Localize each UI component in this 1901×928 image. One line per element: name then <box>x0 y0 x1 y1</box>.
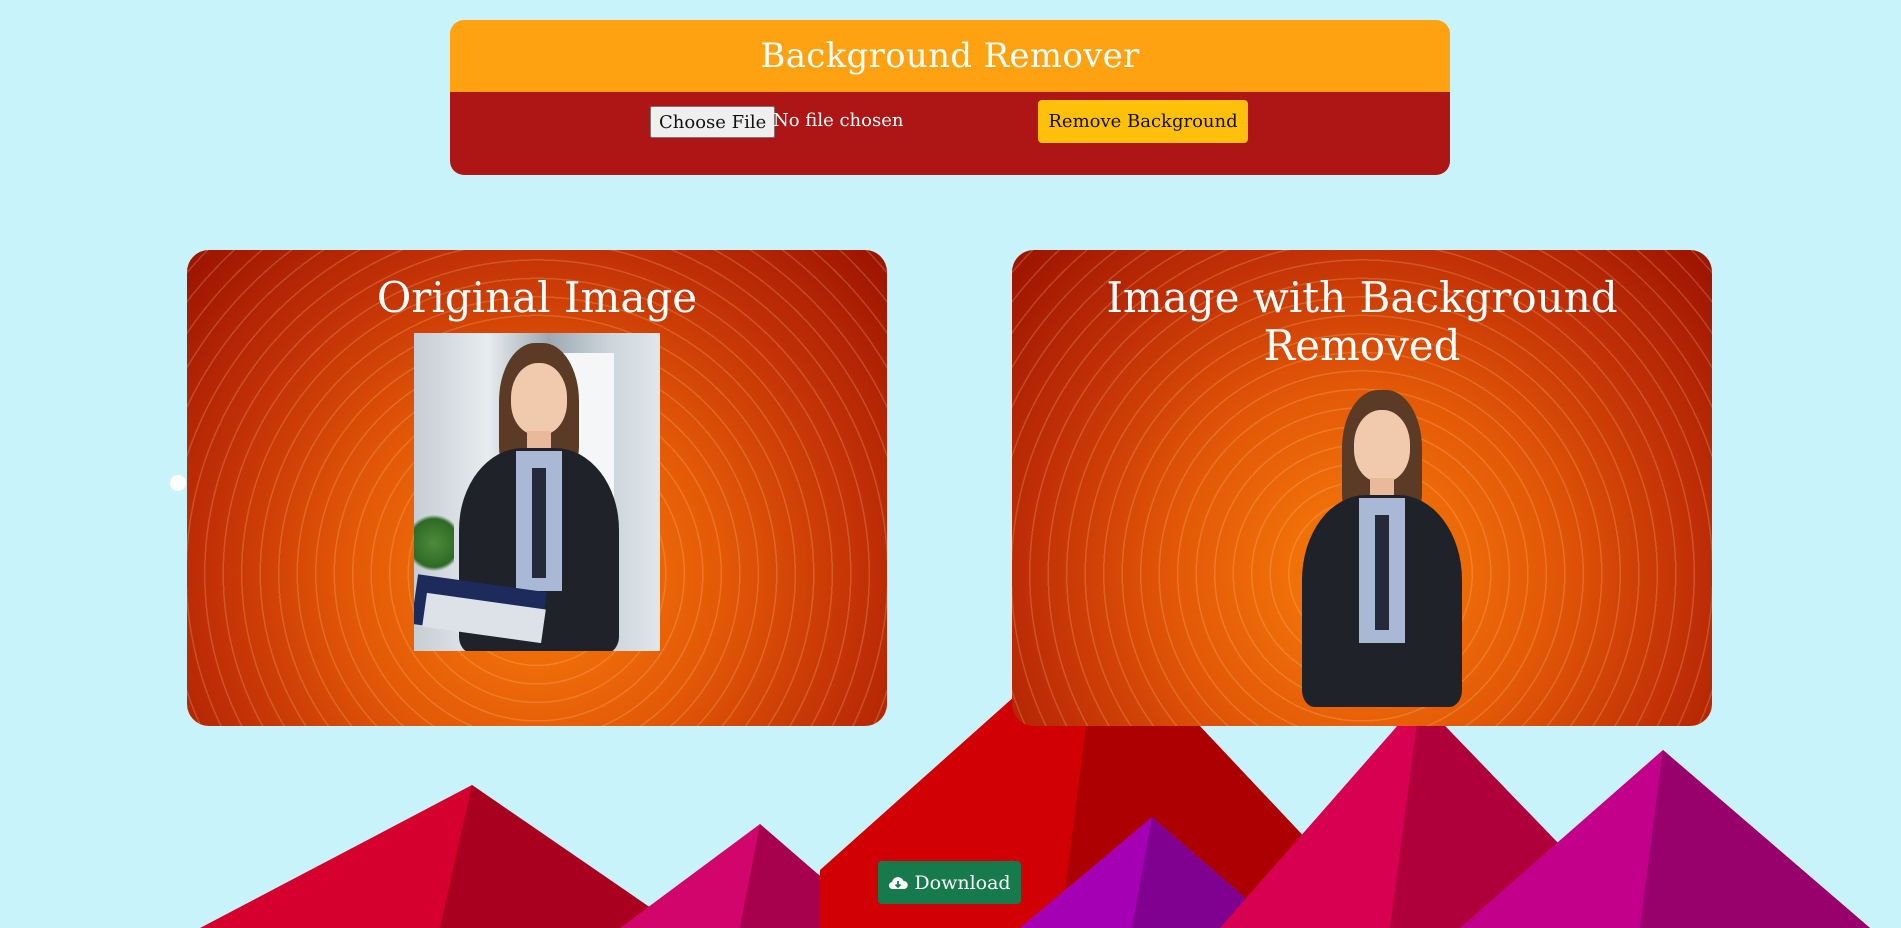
cloud-download-icon <box>889 876 909 889</box>
plant-decoration <box>414 508 454 578</box>
remove-background-button[interactable]: Remove Background <box>1038 100 1248 143</box>
download-label: Download <box>914 871 1011 894</box>
file-status-text: No file chosen <box>773 110 904 131</box>
upload-controls: Choose File No file chosen Remove Backgr… <box>450 92 1450 175</box>
choose-file-button[interactable]: Choose File <box>650 106 776 138</box>
original-photo <box>414 333 660 651</box>
carousel-dot[interactable] <box>170 475 186 491</box>
page-title: Background Remover <box>450 20 1450 92</box>
original-image-card: Original Image <box>187 250 887 726</box>
download-button[interactable]: Download <box>878 861 1021 904</box>
original-image-title: Original Image <box>376 273 698 322</box>
header-panel: Background Remover Choose File No file c… <box>450 20 1450 175</box>
person-cutout <box>1297 390 1467 708</box>
result-image-title: Image with Background Removed <box>1106 273 1618 370</box>
result-image-card: Image with Background Removed <box>1012 250 1712 726</box>
cutout-photo <box>1282 390 1482 710</box>
